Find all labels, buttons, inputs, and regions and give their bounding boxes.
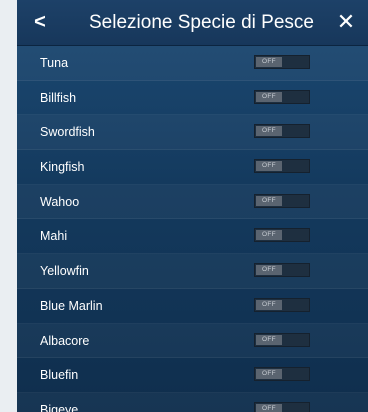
toggle-state-label: OFF <box>256 195 282 206</box>
species-toggle[interactable]: OFF <box>254 124 310 139</box>
toggle-state-label: OFF <box>256 299 282 310</box>
list-item: Yellowfin OFF <box>17 254 368 289</box>
toggle-state-label: OFF <box>256 334 282 345</box>
header-bar: < Selezione Specie di Pesce ✕ <box>17 0 368 46</box>
list-item: Swordfish OFF <box>17 115 368 151</box>
species-label: Bigeye <box>40 402 79 412</box>
list-item: Kingfish OFF <box>17 150 368 185</box>
species-toggle[interactable]: OFF <box>254 159 310 174</box>
close-button[interactable]: ✕ <box>332 8 360 36</box>
species-label: Yellowfin <box>40 264 89 279</box>
species-toggle[interactable]: OFF <box>254 263 310 278</box>
species-label: Albacore <box>40 333 90 348</box>
list-item: Mahi OFF <box>17 219 368 255</box>
species-label: Kingfish <box>40 160 85 175</box>
toggle-state-label: OFF <box>256 91 282 102</box>
toggle-state-label: OFF <box>256 161 282 172</box>
page-title: Selezione Specie di Pesce <box>89 12 314 33</box>
toggle-state-label: OFF <box>256 403 282 412</box>
species-toggle[interactable]: OFF <box>254 401 310 412</box>
species-toggle[interactable]: OFF <box>254 332 310 347</box>
species-label: Swordfish <box>40 125 95 140</box>
species-toggle[interactable]: OFF <box>254 89 310 104</box>
species-label: Bluefin <box>40 368 79 383</box>
list-item: Albacore OFF <box>17 324 368 359</box>
toggle-state-label: OFF <box>256 230 282 241</box>
list-item: Bigeye OFF <box>17 393 368 412</box>
toggle-state-label: OFF <box>256 57 282 67</box>
toggle-state-label: OFF <box>256 265 282 276</box>
list-item: Tuna OFF <box>17 46 368 81</box>
species-label: Mahi <box>40 229 68 244</box>
species-toggle[interactable]: OFF <box>254 193 310 208</box>
species-list: Tuna OFF Billfish OFF Swordfish OFF King… <box>17 46 368 412</box>
list-item: Blue Marlin OFF <box>17 289 368 324</box>
species-label: Tuna <box>40 56 69 70</box>
species-label: Billfish <box>40 90 77 105</box>
chevron-left-icon: < <box>34 11 46 33</box>
species-toggle[interactable]: OFF <box>254 55 310 69</box>
toggle-state-label: OFF <box>256 369 282 380</box>
close-icon: ✕ <box>336 9 356 34</box>
species-toggle[interactable]: OFF <box>254 228 310 243</box>
back-button[interactable]: < <box>27 8 53 36</box>
species-toggle[interactable]: OFF <box>254 297 310 312</box>
fish-species-panel: < Selezione Specie di Pesce ✕ Tuna OFF B… <box>17 0 368 412</box>
toggle-state-label: OFF <box>256 126 282 137</box>
species-toggle[interactable]: OFF <box>254 367 310 382</box>
list-item: Billfish OFF <box>17 81 368 116</box>
list-item: Bluefin OFF <box>17 358 368 393</box>
species-label: Wahoo <box>40 194 80 209</box>
list-item: Wahoo OFF <box>17 185 368 220</box>
species-label: Blue Marlin <box>40 298 103 313</box>
